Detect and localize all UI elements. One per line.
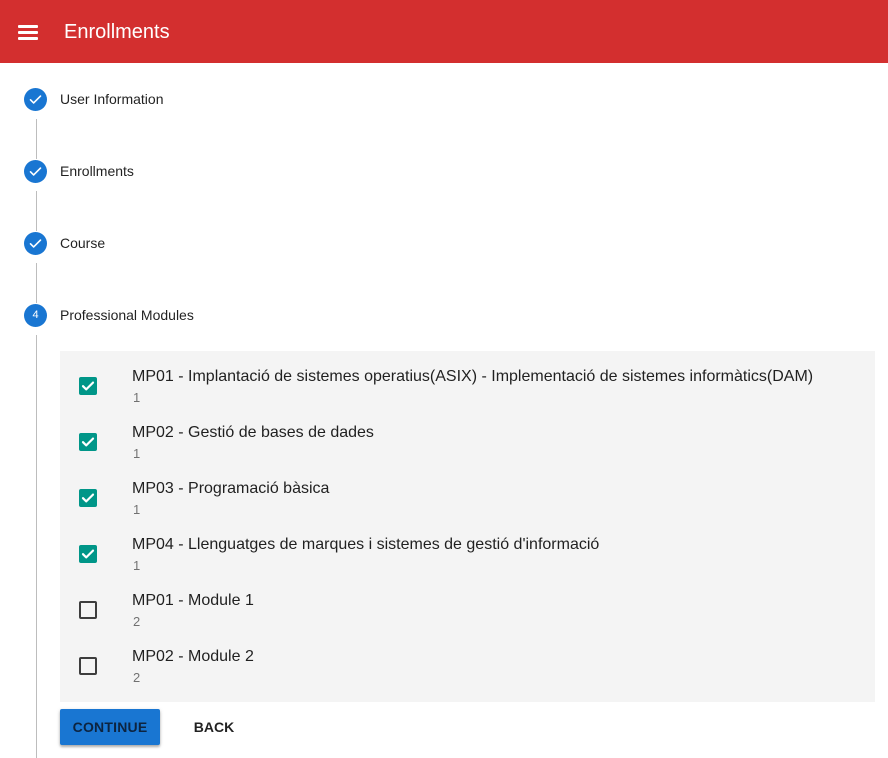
continue-button[interactable]: CONTINUE [60, 709, 160, 745]
step-number-badge: 4 [24, 303, 47, 327]
module-title: MP04 - Llenguatges de marques i sistemes… [132, 536, 600, 553]
check-icon [24, 87, 47, 111]
step-label: Enrollments [60, 163, 134, 179]
list-item[interactable]: MP02 - Gestió de bases de dades 1 [60, 407, 875, 463]
module-subtitle: 1 [133, 502, 141, 517]
step-label: Course [60, 235, 106, 251]
step-label: User Information [60, 91, 164, 107]
module-title: MP02 - Module 2 [132, 648, 254, 665]
module-title: MP03 - Programació bàsica [132, 480, 330, 497]
list-item[interactable]: MP01 - Module 1 2 [60, 575, 875, 631]
step-course[interactable]: Course [24, 231, 105, 255]
back-button[interactable]: BACK [170, 709, 258, 745]
module-title: MP01 - Implantació de sistemes operatius… [132, 368, 814, 385]
list-item[interactable]: MP03 - Programació bàsica 1 [60, 463, 875, 519]
step-label: Professional Modules [60, 307, 194, 323]
check-icon [24, 159, 47, 183]
module-title: MP01 - Module 1 [132, 592, 254, 609]
checkbox-checked[interactable] [79, 433, 97, 451]
step-professional-modules[interactable]: 4 Professional Modules [24, 303, 194, 327]
list-item[interactable]: MP04 - Llenguatges de marques i sistemes… [60, 519, 875, 575]
module-subtitle: 2 [133, 614, 141, 629]
step-user-information[interactable]: User Information [24, 87, 163, 111]
checkbox-unchecked[interactable] [79, 657, 97, 675]
checkbox-unchecked[interactable] [79, 601, 97, 619]
list-item[interactable]: MP02 - Module 2 2 [60, 631, 875, 687]
step-connector [36, 119, 37, 159]
module-title: MP02 - Gestió de bases de dades [132, 424, 374, 441]
modules-list: MP01 - Implantació de sistemes operatius… [60, 351, 875, 702]
page-title: Enrollments [64, 21, 170, 43]
step-connector [36, 335, 37, 758]
module-subtitle: 1 [133, 446, 141, 461]
module-subtitle: 2 [133, 670, 141, 685]
list-item[interactable]: MP01 - Implantació de sistemes operatius… [60, 351, 875, 407]
step-enrollments[interactable]: Enrollments [24, 159, 134, 183]
checkbox-checked[interactable] [79, 545, 97, 563]
checkbox-checked[interactable] [79, 489, 97, 507]
menu-icon[interactable] [18, 24, 38, 40]
checkbox-checked[interactable] [79, 377, 97, 395]
app-bar: Enrollments [0, 0, 888, 63]
check-icon [24, 231, 47, 255]
module-subtitle: 1 [133, 558, 141, 573]
module-subtitle: 1 [133, 390, 141, 405]
step-connector [36, 263, 37, 303]
step-connector [36, 191, 37, 231]
